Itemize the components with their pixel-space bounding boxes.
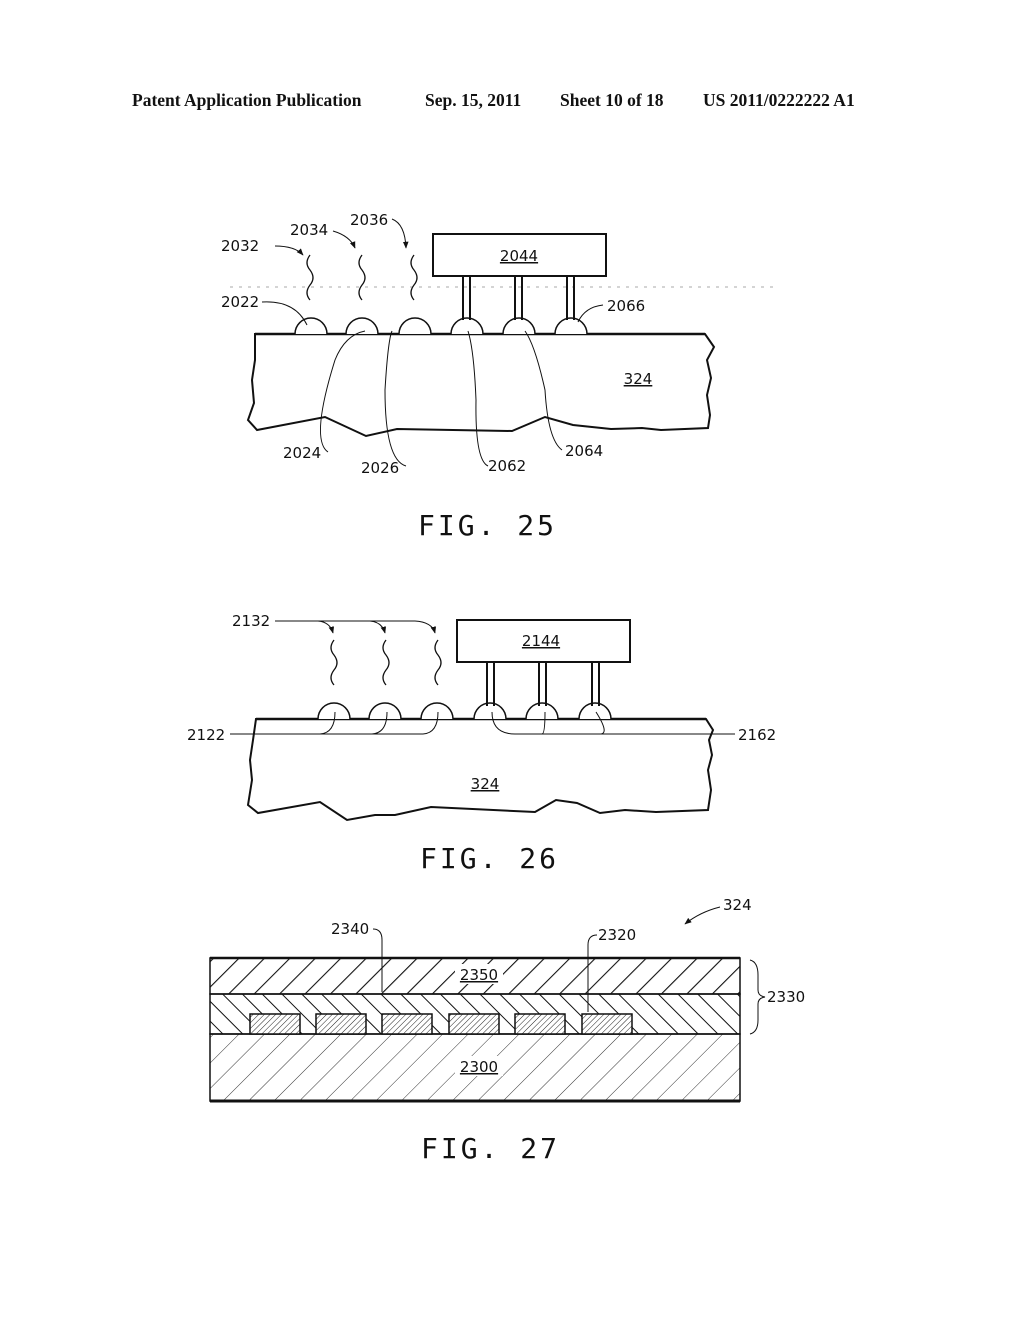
label-2320: 2320: [598, 926, 636, 944]
substrate-324-label: 324: [471, 775, 500, 793]
bump-2062: [450, 317, 484, 335]
label-2300: 2300: [460, 1058, 498, 1076]
label-2062: 2062: [488, 457, 526, 475]
label-2340: 2340: [331, 920, 369, 938]
drawing-sheet: 2044 324 2032 2034 2036 2022 2024 2026 2…: [187, 211, 805, 1165]
component-2044-label: 2044: [500, 247, 538, 265]
label-2162: 2162: [738, 726, 776, 744]
brace-2330: [749, 959, 766, 1035]
label-2330: 2330: [767, 988, 805, 1006]
label-2064: 2064: [565, 442, 603, 460]
label-2022: 2022: [221, 293, 259, 311]
solder-bumps: [317, 702, 612, 720]
label-2032: 2032: [221, 237, 259, 255]
figure-27: 2350 2300 2340 2320 324 2330 FIG. 27: [209, 896, 805, 1165]
bump-2022: [294, 317, 328, 335]
connector-posts: [462, 276, 575, 320]
label-324: 324: [723, 896, 752, 914]
label-2066: 2066: [607, 297, 645, 315]
figure-25-caption: FIG. 25: [418, 509, 557, 542]
label-2350: 2350: [460, 966, 498, 984]
bump-2026: [398, 317, 432, 335]
label-2024: 2024: [283, 444, 321, 462]
radiation-waves: [306, 254, 418, 301]
figure-25: 2044 324 2032 2034 2036 2022 2024 2026 2…: [221, 211, 775, 542]
connector-posts: [486, 662, 600, 706]
substrate-324-label: 324: [624, 370, 653, 388]
component-2144-label: 2144: [522, 632, 560, 650]
label-2026: 2026: [361, 459, 399, 477]
radiation-waves: [330, 639, 442, 686]
solder-bumps: [294, 317, 588, 335]
bump-2066: [554, 317, 588, 335]
figure-26-caption: FIG. 26: [420, 842, 559, 875]
label-2036: 2036: [350, 211, 388, 229]
label-2122: 2122: [187, 726, 225, 744]
label-2034: 2034: [290, 221, 328, 239]
figure-27-caption: FIG. 27: [421, 1132, 560, 1165]
label-2132: 2132: [232, 612, 270, 630]
figure-26: 2144 324 2132 2122 2162 FIG. 26: [187, 612, 776, 875]
leader-lines: [275, 620, 437, 634]
bump-2064: [502, 317, 536, 335]
